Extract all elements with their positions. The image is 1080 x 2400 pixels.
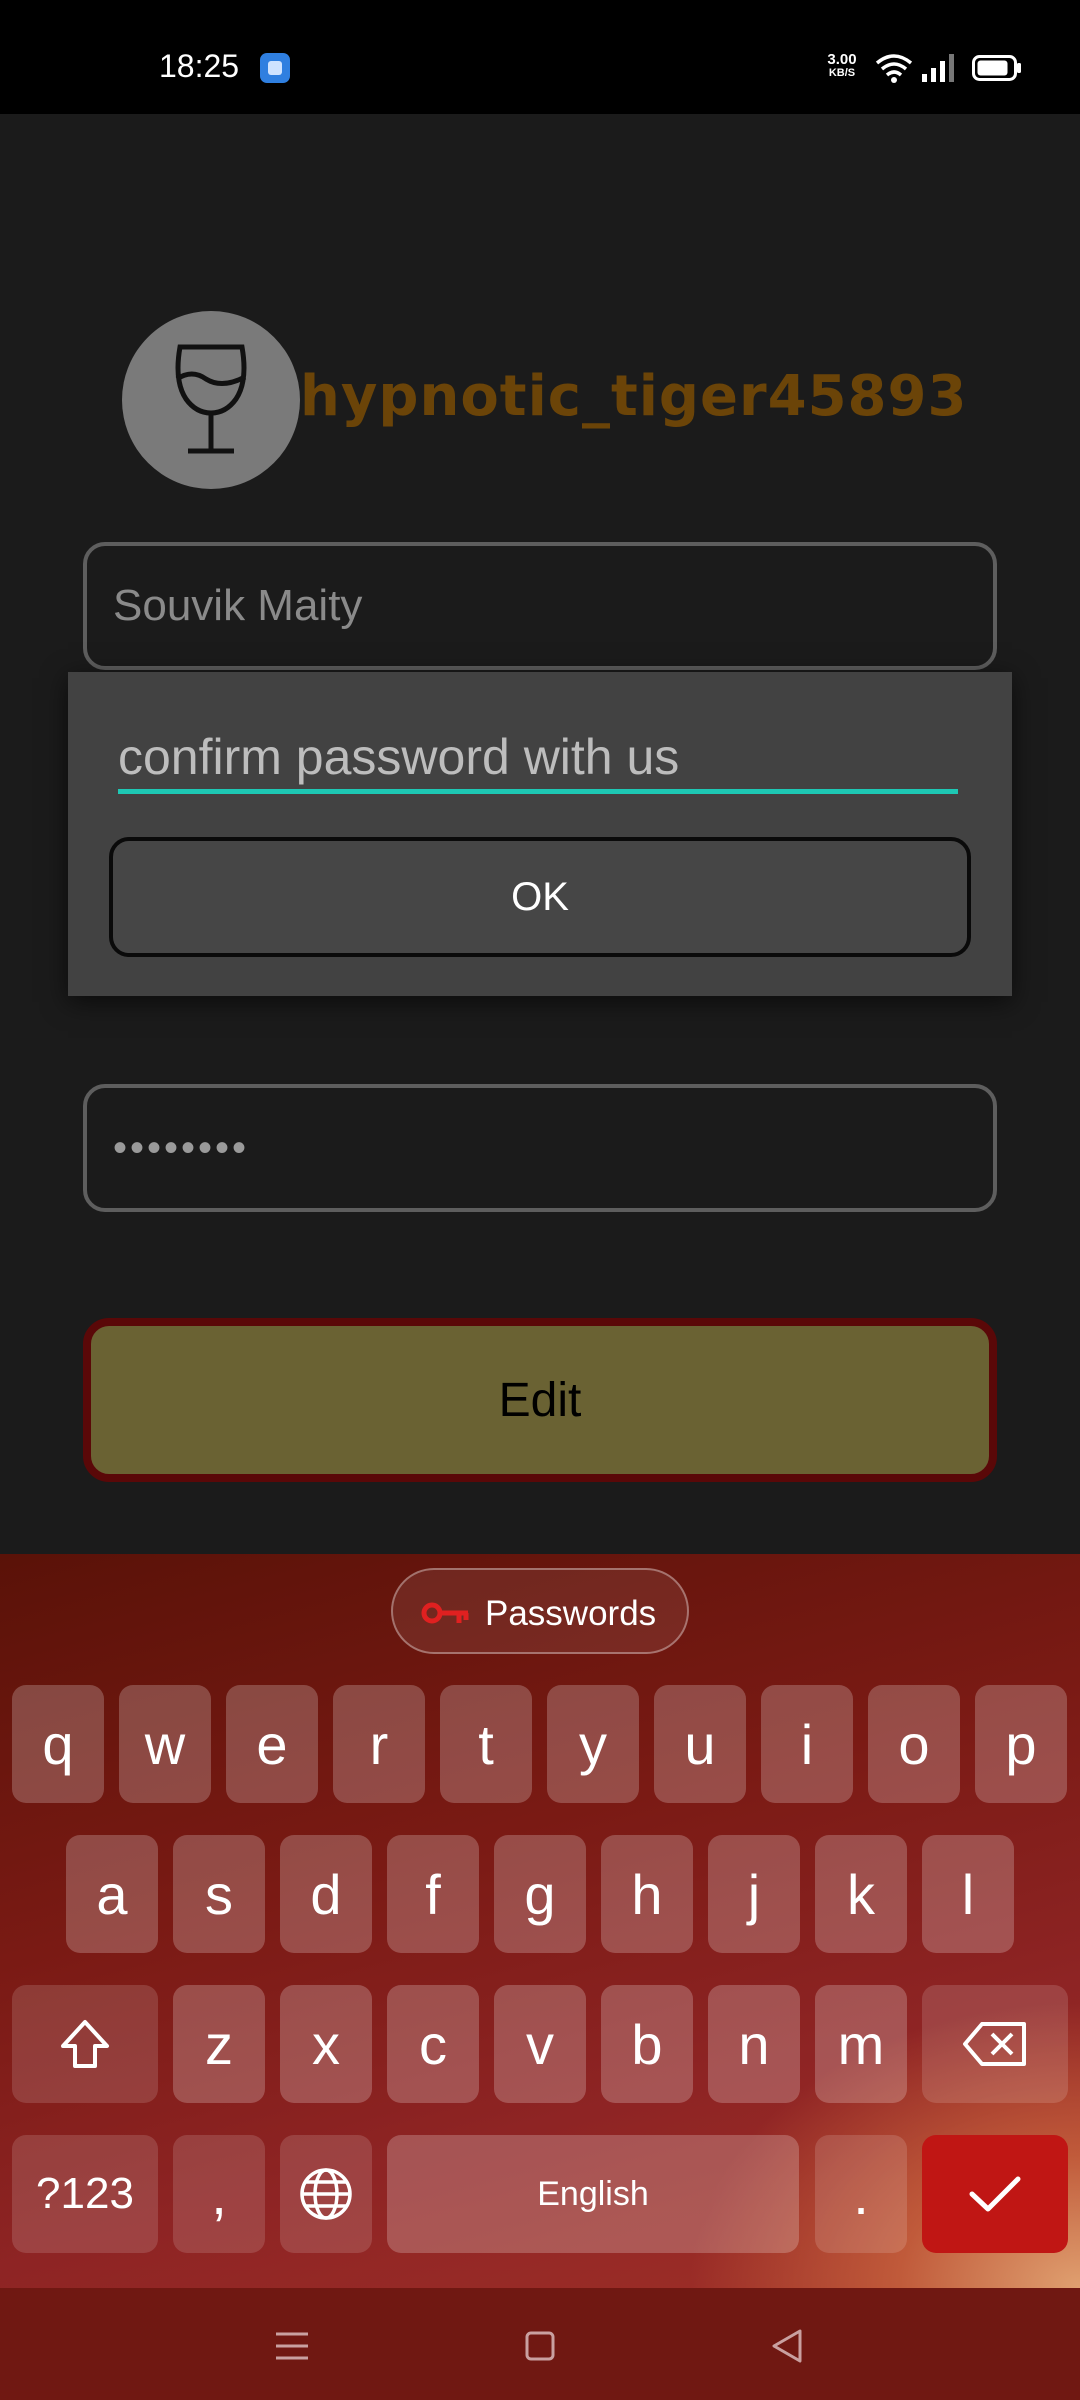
menu-icon[interactable]	[262, 2316, 322, 2376]
symbols-key[interactable]: ?123	[12, 2135, 158, 2253]
language-key[interactable]	[280, 2135, 372, 2253]
key-n[interactable]: n	[708, 1985, 800, 2103]
network-speed-value: 3.00	[827, 51, 857, 68]
key-x[interactable]: x	[280, 1985, 372, 2103]
key-o[interactable]: o	[868, 1685, 960, 1803]
key-g[interactable]: g	[494, 1835, 586, 1953]
username: hypnotic_tiger45893	[300, 364, 968, 429]
key-d[interactable]: d	[280, 1835, 372, 1953]
navigation-bar	[0, 2288, 1080, 2400]
key-v[interactable]: v	[494, 1985, 586, 2103]
wifi-icon	[875, 54, 913, 83]
globe-icon	[300, 2168, 352, 2220]
key-y[interactable]: y	[547, 1685, 639, 1803]
key-z[interactable]: z	[173, 1985, 265, 2103]
shift-icon	[61, 2020, 109, 2068]
key-t[interactable]: t	[440, 1685, 532, 1803]
passwords-suggestion-label: Passwords	[485, 1594, 657, 1633]
backspace-key[interactable]	[922, 1985, 1068, 2103]
key-e[interactable]: e	[226, 1685, 318, 1803]
key-p[interactable]: p	[975, 1685, 1067, 1803]
back-icon[interactable]	[758, 2316, 818, 2376]
key-b[interactable]: b	[601, 1985, 693, 2103]
name-field[interactable]	[83, 542, 997, 670]
wine-glass-icon	[175, 344, 247, 454]
comma-key[interactable]: ,	[173, 2135, 265, 2253]
ok-button[interactable]: OK	[109, 837, 971, 957]
key-r[interactable]: r	[333, 1685, 425, 1803]
key-i[interactable]: i	[761, 1685, 853, 1803]
space-key[interactable]: English	[387, 2135, 799, 2253]
name-input[interactable]	[113, 546, 973, 666]
key-q[interactable]: q	[12, 1685, 104, 1803]
key-l[interactable]: l	[922, 1835, 1014, 1953]
key-s[interactable]: s	[173, 1835, 265, 1953]
password-field[interactable]	[83, 1084, 997, 1212]
network-speed-unit: KB/S	[828, 67, 856, 79]
password-input[interactable]	[113, 1088, 973, 1208]
key-w[interactable]: w	[119, 1685, 211, 1803]
soft-keyboard: Passwords q w e r t y u i o p a s d f g …	[0, 1554, 1080, 2288]
avatar[interactable]	[122, 311, 300, 489]
period-key[interactable]: .	[815, 2135, 907, 2253]
key-m[interactable]: m	[815, 1985, 907, 2103]
key-f[interactable]: f	[387, 1835, 479, 1953]
confirm-password-dialog: OK	[68, 672, 1012, 996]
network-speed: 3.00 KB/S	[818, 52, 866, 80]
enter-key[interactable]	[922, 2135, 1068, 2253]
key-icon	[421, 1602, 469, 1624]
battery-icon	[972, 55, 1021, 81]
key-u[interactable]: u	[654, 1685, 746, 1803]
confirm-password-input[interactable]	[118, 724, 958, 794]
checkmark-icon	[969, 2176, 1021, 2212]
shift-key[interactable]	[12, 1985, 158, 2103]
passwords-suggestion-chip[interactable]: Passwords	[391, 1568, 689, 1654]
home-icon[interactable]	[510, 2316, 570, 2376]
key-a[interactable]: a	[66, 1835, 158, 1953]
edit-button[interactable]: Edit	[83, 1318, 997, 1482]
notification-app-icon	[260, 53, 290, 83]
status-bar: 18:25 3.00 KB/S	[0, 0, 1080, 114]
backspace-icon	[963, 2022, 1026, 2066]
key-c[interactable]: c	[387, 1985, 479, 2103]
key-j[interactable]: j	[708, 1835, 800, 1953]
key-h[interactable]: h	[601, 1835, 693, 1953]
key-k[interactable]: k	[815, 1835, 907, 1953]
signal-icon	[922, 54, 954, 82]
status-time: 18:25	[159, 48, 240, 84]
